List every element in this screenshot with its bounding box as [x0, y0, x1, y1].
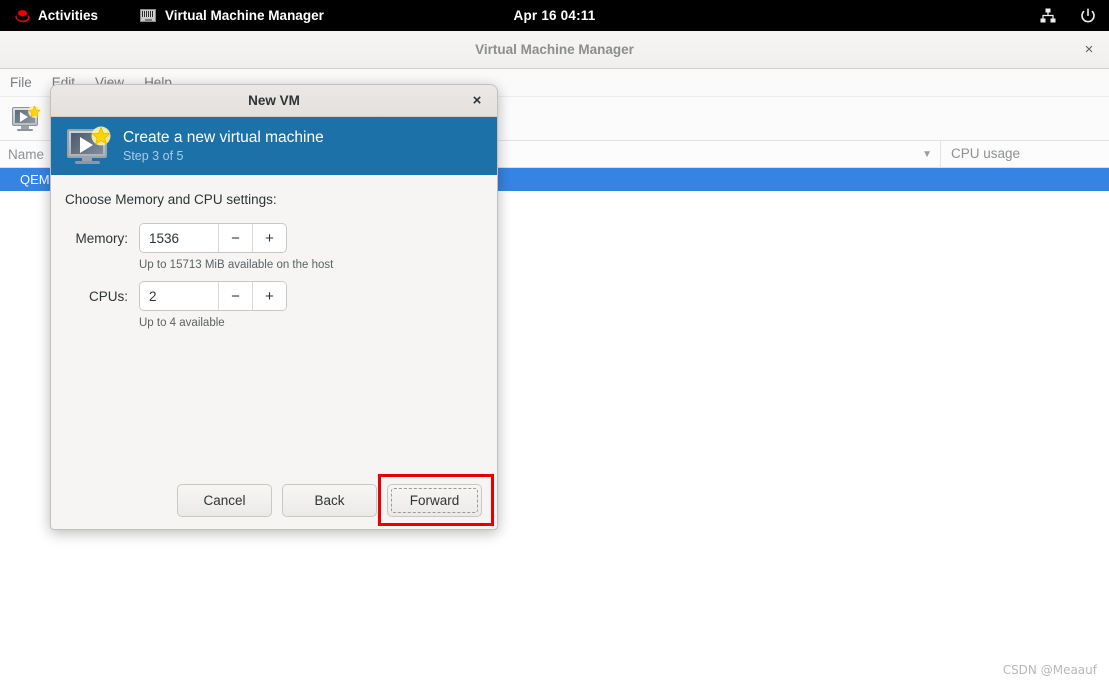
column-header-cpu-usage[interactable]: CPU usage [940, 141, 1109, 167]
new-vm-icon [65, 126, 111, 166]
cpus-increment-button[interactable]: + [252, 282, 286, 310]
chevron-down-icon[interactable]: ▼ [922, 149, 932, 160]
star-badge-icon [91, 126, 111, 146]
memory-input[interactable]: 1536 [140, 224, 218, 252]
banner-title: Create a new virtual machine [123, 129, 324, 146]
cpus-field-row: CPUs: 2 − + [65, 281, 483, 311]
star-badge-icon [28, 104, 41, 118]
cpus-decrement-button[interactable]: − [218, 282, 252, 310]
monitor-base [75, 161, 100, 164]
dialog-button-bar: Cancel Back Forward [51, 484, 497, 517]
dialog-title: New VM [248, 93, 300, 108]
monitor-base [17, 128, 33, 131]
memory-increment-button[interactable]: + [252, 224, 286, 252]
gnome-top-bar: Activities Virtual Machine Manager Apr 1… [0, 0, 1109, 31]
cpus-stepper[interactable]: 2 − + [139, 281, 287, 311]
menu-item-file[interactable]: File [10, 75, 32, 90]
forward-button[interactable]: Forward [387, 484, 482, 517]
new-vm-toolbar-button[interactable] [12, 104, 41, 131]
power-icon[interactable] [1077, 5, 1099, 27]
dialog-banner: Create a new virtual machine Step 3 of 5 [51, 117, 497, 175]
memory-decrement-button[interactable]: − [218, 224, 252, 252]
back-button[interactable]: Back [282, 484, 377, 517]
cpus-hint: Up to 4 available [139, 317, 225, 329]
column-header-name-label: Name [8, 146, 45, 162]
cpus-input[interactable]: 2 [140, 282, 218, 310]
new-vm-dialog: New VM × Create a new virtual machine St… [50, 84, 498, 530]
watermark: CSDN @Meaauf [1002, 663, 1097, 677]
dialog-titlebar: New VM × [51, 85, 497, 117]
screen: Activities Virtual Machine Manager Apr 1… [0, 0, 1109, 685]
memory-hint: Up to 15713 MiB available on the host [139, 259, 334, 271]
close-icon[interactable]: × [467, 91, 487, 111]
clock[interactable]: Apr 16 04:11 [0, 0, 1109, 31]
play-triangle-icon [20, 111, 28, 122]
cancel-button[interactable]: Cancel [177, 484, 272, 517]
top-bar-status-area [1037, 0, 1099, 31]
cpus-label: CPUs: [88, 288, 128, 304]
banner-text-group: Create a new virtual machine Step 3 of 5 [123, 129, 324, 163]
memory-label: Memory: [75, 230, 128, 246]
memory-field-row: Memory: 1536 − + [65, 223, 483, 253]
network-icon[interactable] [1037, 5, 1059, 27]
main-window-titlebar: Virtual Machine Manager × [0, 31, 1109, 69]
memory-stepper[interactable]: 1536 − + [139, 223, 287, 253]
section-label: Choose Memory and CPU settings: [65, 192, 277, 207]
main-window-title: Virtual Machine Manager [475, 42, 634, 57]
dialog-content: Choose Memory and CPU settings: Memory: … [51, 175, 497, 329]
banner-step: Step 3 of 5 [123, 149, 184, 163]
main-window-close-icon[interactable]: × [1079, 40, 1099, 60]
